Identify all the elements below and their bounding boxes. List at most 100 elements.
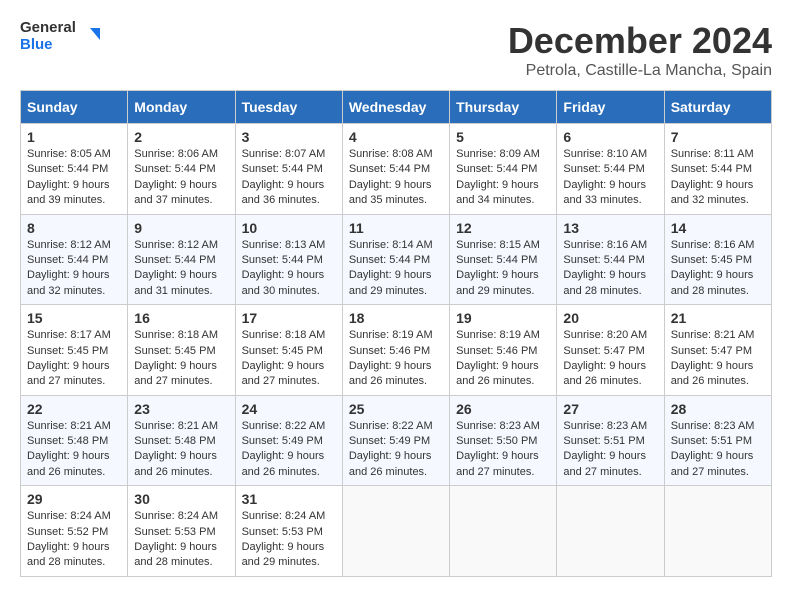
calendar-cell: 27 Sunrise: 8:23 AM Sunset: 5:51 PM Dayl… (557, 395, 664, 486)
sunrise-text: Sunrise: 8:23 AM (563, 419, 657, 434)
daylight-text: Daylight: 9 hours and 34 minutes. (456, 178, 550, 209)
calendar-cell: 8 Sunrise: 8:12 AM Sunset: 5:44 PM Dayli… (21, 214, 128, 305)
day-detail: Sunrise: 8:20 AM Sunset: 5:47 PM Dayligh… (563, 328, 657, 390)
calendar-cell: 17 Sunrise: 8:18 AM Sunset: 5:45 PM Dayl… (235, 305, 342, 396)
sunrise-text: Sunrise: 8:12 AM (27, 238, 121, 253)
calendar-cell: 23 Sunrise: 8:21 AM Sunset: 5:48 PM Dayl… (128, 395, 235, 486)
sunrise-text: Sunrise: 8:17 AM (27, 328, 121, 343)
day-number: 18 (349, 310, 443, 326)
weekday-header: Monday (128, 91, 235, 124)
day-number: 5 (456, 129, 550, 145)
calendar-cell: 31 Sunrise: 8:24 AM Sunset: 5:53 PM Dayl… (235, 486, 342, 577)
daylight-text: Daylight: 9 hours and 29 minutes. (349, 268, 443, 299)
sunrise-text: Sunrise: 8:21 AM (134, 419, 228, 434)
daylight-text: Daylight: 9 hours and 28 minutes. (134, 540, 228, 571)
day-detail: Sunrise: 8:09 AM Sunset: 5:44 PM Dayligh… (456, 147, 550, 209)
day-number: 22 (27, 401, 121, 417)
logo: General Blue (20, 20, 102, 53)
day-detail: Sunrise: 8:24 AM Sunset: 5:52 PM Dayligh… (27, 509, 121, 571)
day-number: 3 (242, 129, 336, 145)
day-number: 11 (349, 220, 443, 236)
header: General Blue December 2024 Petrola, Cast… (20, 20, 772, 80)
daylight-text: Daylight: 9 hours and 26 minutes. (134, 449, 228, 480)
day-number: 13 (563, 220, 657, 236)
day-number: 6 (563, 129, 657, 145)
day-detail: Sunrise: 8:12 AM Sunset: 5:44 PM Dayligh… (27, 238, 121, 300)
daylight-text: Daylight: 9 hours and 33 minutes. (563, 178, 657, 209)
day-detail: Sunrise: 8:23 AM Sunset: 5:51 PM Dayligh… (671, 419, 765, 481)
daylight-text: Daylight: 9 hours and 27 minutes. (242, 359, 336, 390)
day-number: 15 (27, 310, 121, 326)
sunrise-text: Sunrise: 8:19 AM (349, 328, 443, 343)
calendar-cell: 14 Sunrise: 8:16 AM Sunset: 5:45 PM Dayl… (664, 214, 771, 305)
day-number: 26 (456, 401, 550, 417)
calendar-cell: 24 Sunrise: 8:22 AM Sunset: 5:49 PM Dayl… (235, 395, 342, 486)
sunrise-text: Sunrise: 8:12 AM (134, 238, 228, 253)
day-detail: Sunrise: 8:21 AM Sunset: 5:47 PM Dayligh… (671, 328, 765, 390)
sunset-text: Sunset: 5:51 PM (563, 434, 657, 449)
day-detail: Sunrise: 8:19 AM Sunset: 5:46 PM Dayligh… (349, 328, 443, 390)
day-number: 25 (349, 401, 443, 417)
day-detail: Sunrise: 8:16 AM Sunset: 5:44 PM Dayligh… (563, 238, 657, 300)
calendar-cell (557, 486, 664, 577)
sunrise-text: Sunrise: 8:15 AM (456, 238, 550, 253)
calendar-table: SundayMondayTuesdayWednesdayThursdayFrid… (20, 90, 772, 577)
day-detail: Sunrise: 8:24 AM Sunset: 5:53 PM Dayligh… (134, 509, 228, 571)
daylight-text: Daylight: 9 hours and 26 minutes. (563, 359, 657, 390)
sunset-text: Sunset: 5:44 PM (563, 253, 657, 268)
weekday-header: Saturday (664, 91, 771, 124)
day-detail: Sunrise: 8:11 AM Sunset: 5:44 PM Dayligh… (671, 147, 765, 209)
calendar-cell: 25 Sunrise: 8:22 AM Sunset: 5:49 PM Dayl… (342, 395, 449, 486)
sunrise-text: Sunrise: 8:19 AM (456, 328, 550, 343)
calendar-cell: 18 Sunrise: 8:19 AM Sunset: 5:46 PM Dayl… (342, 305, 449, 396)
daylight-text: Daylight: 9 hours and 26 minutes. (349, 449, 443, 480)
calendar-cell: 19 Sunrise: 8:19 AM Sunset: 5:46 PM Dayl… (450, 305, 557, 396)
calendar-cell: 30 Sunrise: 8:24 AM Sunset: 5:53 PM Dayl… (128, 486, 235, 577)
subtitle: Petrola, Castille-La Mancha, Spain (508, 62, 772, 80)
day-detail: Sunrise: 8:18 AM Sunset: 5:45 PM Dayligh… (242, 328, 336, 390)
sunset-text: Sunset: 5:46 PM (349, 344, 443, 359)
day-detail: Sunrise: 8:17 AM Sunset: 5:45 PM Dayligh… (27, 328, 121, 390)
daylight-text: Daylight: 9 hours and 28 minutes. (563, 268, 657, 299)
calendar-week-row: 8 Sunrise: 8:12 AM Sunset: 5:44 PM Dayli… (21, 214, 772, 305)
daylight-text: Daylight: 9 hours and 26 minutes. (242, 449, 336, 480)
calendar-cell: 2 Sunrise: 8:06 AM Sunset: 5:44 PM Dayli… (128, 124, 235, 215)
sunset-text: Sunset: 5:44 PM (456, 162, 550, 177)
day-number: 14 (671, 220, 765, 236)
day-number: 17 (242, 310, 336, 326)
sunset-text: Sunset: 5:51 PM (671, 434, 765, 449)
sunset-text: Sunset: 5:47 PM (563, 344, 657, 359)
weekday-header: Sunday (21, 91, 128, 124)
calendar-cell (450, 486, 557, 577)
day-number: 4 (349, 129, 443, 145)
day-detail: Sunrise: 8:18 AM Sunset: 5:45 PM Dayligh… (134, 328, 228, 390)
sunset-text: Sunset: 5:44 PM (242, 162, 336, 177)
daylight-text: Daylight: 9 hours and 26 minutes. (349, 359, 443, 390)
sunrise-text: Sunrise: 8:11 AM (671, 147, 765, 162)
calendar-cell: 28 Sunrise: 8:23 AM Sunset: 5:51 PM Dayl… (664, 395, 771, 486)
day-number: 16 (134, 310, 228, 326)
calendar-cell: 20 Sunrise: 8:20 AM Sunset: 5:47 PM Dayl… (557, 305, 664, 396)
day-number: 27 (563, 401, 657, 417)
daylight-text: Daylight: 9 hours and 26 minutes. (456, 359, 550, 390)
title-area: December 2024 Petrola, Castille-La Manch… (508, 20, 772, 80)
daylight-text: Daylight: 9 hours and 28 minutes. (27, 540, 121, 571)
day-detail: Sunrise: 8:10 AM Sunset: 5:44 PM Dayligh… (563, 147, 657, 209)
calendar-cell (664, 486, 771, 577)
sunrise-text: Sunrise: 8:10 AM (563, 147, 657, 162)
calendar-week-row: 15 Sunrise: 8:17 AM Sunset: 5:45 PM Dayl… (21, 305, 772, 396)
calendar-cell: 5 Sunrise: 8:09 AM Sunset: 5:44 PM Dayli… (450, 124, 557, 215)
sunrise-text: Sunrise: 8:16 AM (671, 238, 765, 253)
month-title: December 2024 (508, 20, 772, 62)
sunset-text: Sunset: 5:49 PM (349, 434, 443, 449)
day-number: 23 (134, 401, 228, 417)
sunset-text: Sunset: 5:47 PM (671, 344, 765, 359)
sunrise-text: Sunrise: 8:18 AM (242, 328, 336, 343)
day-detail: Sunrise: 8:14 AM Sunset: 5:44 PM Dayligh… (349, 238, 443, 300)
day-detail: Sunrise: 8:12 AM Sunset: 5:44 PM Dayligh… (134, 238, 228, 300)
daylight-text: Daylight: 9 hours and 31 minutes. (134, 268, 228, 299)
sunrise-text: Sunrise: 8:08 AM (349, 147, 443, 162)
sunrise-text: Sunrise: 8:24 AM (134, 509, 228, 524)
sunrise-text: Sunrise: 8:24 AM (27, 509, 121, 524)
day-number: 31 (242, 491, 336, 507)
